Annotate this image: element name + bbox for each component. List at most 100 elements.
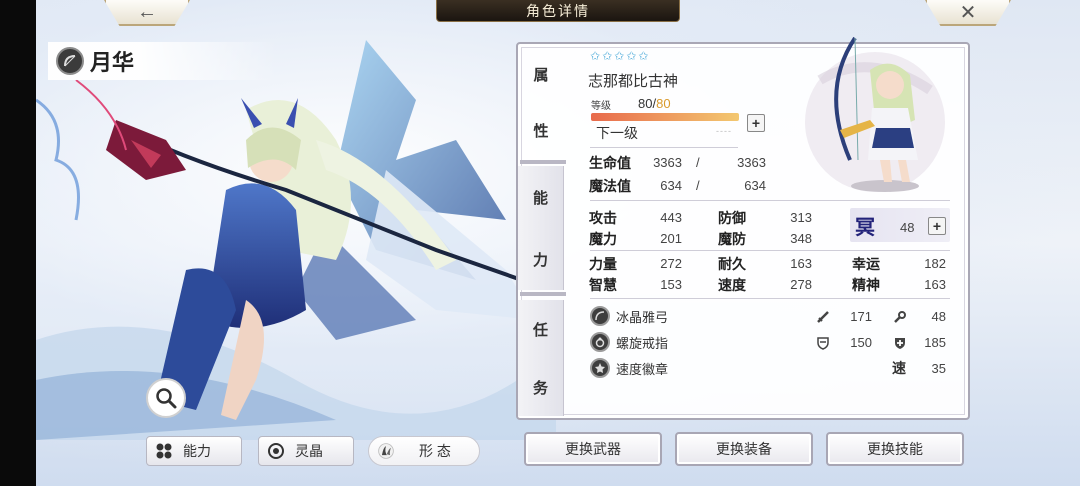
stat-spirit-value: 163 [924,277,946,292]
mp-max: 634 [744,178,766,193]
hp-max: 3363 [737,155,766,170]
side-tab-attributes-char1: 属 [533,66,549,84]
badge-icon [590,358,610,378]
stat-wisdom-value: 153 [660,277,682,292]
divider [590,298,950,299]
hp-label: 生命值 [589,155,631,171]
side-tab-attributes[interactable]: 属 性 [518,46,564,158]
character-full-name: 志那都比古神 [588,73,679,90]
level-progress-bar [591,113,739,121]
character-name: 月华 [90,50,135,75]
stat-attack-value: 443 [660,210,682,225]
stat-speed-label: 速度 [718,277,746,293]
stat-endurance-value: 163 [790,256,812,271]
change-skill-button[interactable]: 更换技能 [826,432,964,466]
side-tab-quest-char2: 务 [532,379,548,397]
cross-shield-icon [891,334,909,352]
star-icon: ✩ [602,49,613,63]
side-divider [520,292,566,296]
stat-magic-defense-label: 魔防 [718,231,746,247]
weapon-magic-value: 48 [931,309,946,324]
equipment-accessory[interactable]: 螺旋戒指 [590,332,668,352]
equipment-accessory-name: 螺旋戒指 [616,335,669,351]
staff-icon [891,308,909,326]
close-icon: ✕ [959,1,977,24]
accessory-magic-defense-value: 185 [924,335,946,350]
next-level-value: ---- [716,126,732,136]
character-detail-screen: ← 角色详情 ✕ 月华 能力 灵晶 形 态 更换武器 更换装备 更换技能 属 性… [0,0,1080,486]
level-max: 80 [656,96,671,111]
level-current: 80 [638,96,653,111]
accessory-defense-value: 150 [850,335,872,350]
page-title: 角色详情 [436,0,680,22]
change-equipment-button[interactable]: 更换装备 [675,432,813,466]
stat-magic-label: 魔力 [589,231,617,247]
stat-attack-label: 攻击 [589,210,617,226]
equipment-weapon[interactable]: 冰晶雅弓 [590,306,668,326]
side-tab-attributes-char2: 性 [533,122,549,140]
change-weapon-button[interactable]: 更换武器 [524,432,662,466]
mp-label: 魔法值 [589,178,631,194]
four-dots-icon [155,442,173,460]
star-icon: ✩ [638,49,649,63]
stat-spirit-label: 精神 [852,277,880,293]
zoom-button[interactable] [146,378,186,418]
shield-icon [814,334,832,352]
tab-crystal[interactable]: 灵晶 [258,436,354,466]
stat-strength-value: 272 [660,256,682,271]
stat-defense-label: 防御 [718,210,746,226]
star-icon: ✩ [626,49,637,63]
level-value: 80/80 [638,96,671,111]
element-badge-value: 48 [900,220,915,235]
equipment-weapon-name: 冰晶雅弓 [616,309,669,325]
arrow-left-icon: ← [137,0,157,23]
rarity-stars: ✩ ✩ ✩ ✩ ✩ [590,50,648,62]
side-tab-ability[interactable]: 能 力 [518,166,564,290]
hp-current: 3363 [653,155,682,170]
mp-separator: / [696,178,700,193]
side-tab-quest-char1: 任 [532,321,548,339]
side-tab-ability-char1: 能 [532,189,548,207]
stat-wisdom-label: 智慧 [589,277,617,293]
stat-speed-value: 278 [790,277,812,292]
nether-element-icon: 冥 [855,214,875,239]
badge-speed-value: 35 [931,361,946,376]
tab-form[interactable]: 形 态 [368,436,480,466]
side-tab-ability-char2: 力 [532,251,548,269]
magnifier-icon [156,388,177,409]
bow-icon [590,306,610,326]
level-label: 等级 [591,101,611,112]
level-up-button[interactable]: + [747,114,765,132]
screen-left-edge [0,0,36,486]
stat-magic-defense-value: 348 [790,231,812,246]
divider [590,200,950,201]
tab-ability-label: 能力 [183,443,211,459]
equipment-badge[interactable]: 速度徽章 [590,358,668,378]
stat-luck-label: 幸运 [852,256,880,272]
crystal-gear-icon [267,442,285,460]
stat-add-button[interactable]: + [928,217,946,235]
star-icon: ✩ [590,49,601,63]
character-illustration [36,40,556,440]
wing-icon [377,442,395,460]
stat-magic-value: 201 [660,231,682,246]
mp-current: 634 [660,178,682,193]
weapon-attack-value: 171 [850,309,872,324]
stat-strength-label: 力量 [589,256,617,272]
side-divider [520,160,566,164]
ring-icon [590,332,610,352]
divider [590,250,950,251]
side-tab-quest[interactable]: 任 务 [518,300,564,416]
divider [590,147,738,148]
tab-crystal-label: 灵晶 [295,443,323,459]
hp-separator: / [696,155,700,170]
stat-defense-value: 313 [790,210,812,225]
character-portrait [805,36,945,192]
tab-ability[interactable]: 能力 [146,436,242,466]
stat-luck-value: 182 [924,256,946,271]
star-icon: ✩ [614,49,625,63]
next-level-label: 下一级 [596,125,638,141]
sword-icon [814,308,832,326]
character-name-plate: 月华 [48,42,278,80]
stat-endurance-label: 耐久 [718,256,746,272]
